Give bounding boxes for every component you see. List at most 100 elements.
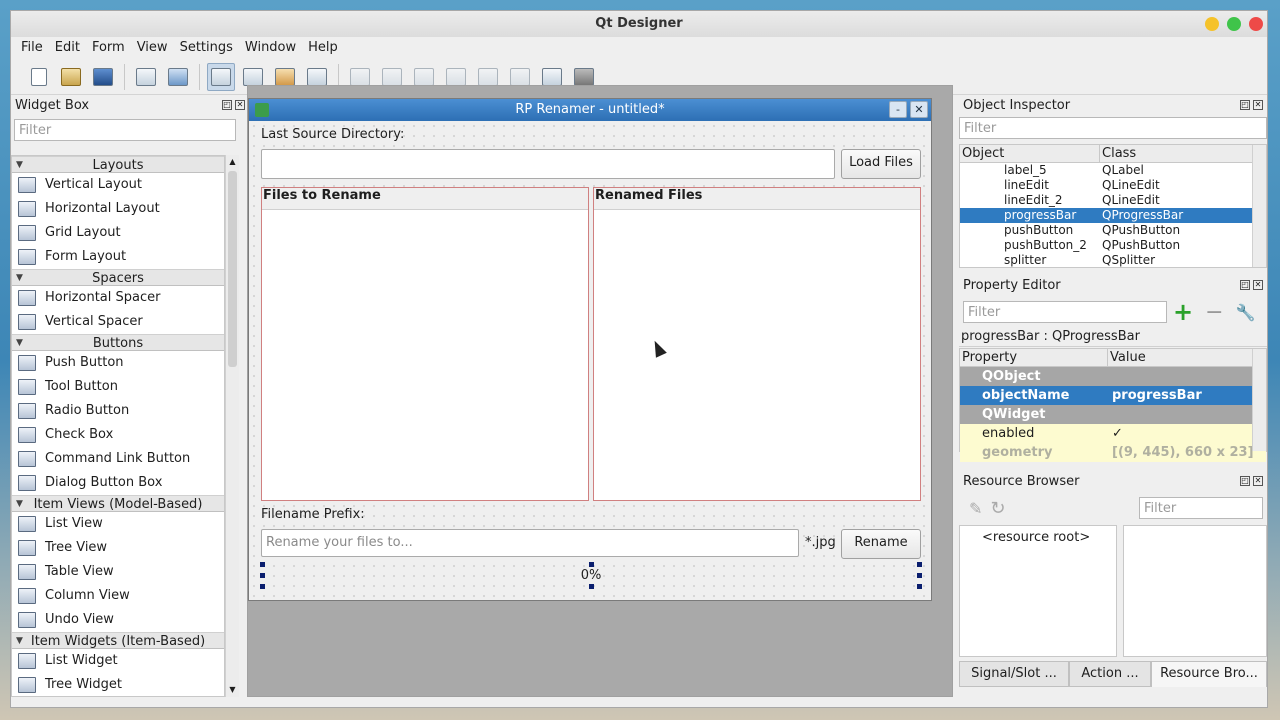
property-table-scrollbar[interactable] (1252, 349, 1266, 451)
resize-handle[interactable] (589, 562, 594, 567)
column-object[interactable]: Object (960, 145, 1100, 162)
resize-handle[interactable] (260, 562, 265, 567)
bring-to-front-button[interactable] (164, 63, 192, 91)
widget-box-scrollbar[interactable]: ▲ ▼ (225, 155, 239, 697)
object-row[interactable]: lineEdit_2QLineEdit (960, 193, 1266, 208)
property-value[interactable] (1108, 405, 1112, 424)
widget-item[interactable]: Tree Widget (12, 673, 224, 697)
column-class[interactable]: Class (1100, 145, 1136, 162)
widget-category-header[interactable]: ▼Spacers (12, 269, 224, 286)
property-value[interactable]: progressBar (1108, 386, 1202, 405)
tab-signal-slot[interactable]: Signal/Slot ... (959, 661, 1069, 687)
send-to-back-button[interactable] (132, 63, 160, 91)
source-directory-input[interactable] (261, 149, 835, 179)
widget-item[interactable]: Grid Layout (12, 221, 224, 245)
save-form-button[interactable] (89, 63, 117, 91)
float-dock-icon[interactable]: ◰ (1240, 476, 1250, 486)
property-row[interactable]: geometry[(9, 445), 660 x 23] (960, 443, 1266, 462)
collapse-arrow-icon[interactable]: ▼ (16, 633, 23, 650)
reload-icon[interactable]: ↻ (990, 498, 1005, 519)
renamed-files-list[interactable]: Renamed Files (593, 187, 921, 501)
collapse-arrow-icon[interactable]: ▼ (16, 270, 23, 287)
property-row[interactable]: QWidget (960, 405, 1266, 424)
resource-filter[interactable] (1139, 497, 1263, 519)
form-close-button[interactable]: ✕ (910, 101, 928, 118)
resource-list[interactable] (1123, 525, 1267, 657)
configure-icon[interactable]: 🔧 (1236, 303, 1256, 322)
widget-item[interactable]: Radio Button (12, 399, 224, 423)
widget-item[interactable]: Tree View (12, 536, 224, 560)
open-form-button[interactable] (57, 63, 85, 91)
object-tree-scrollbar[interactable] (1252, 145, 1266, 267)
scroll-down-icon[interactable]: ▼ (226, 683, 239, 697)
widget-item[interactable]: List View (12, 512, 224, 536)
property-filter[interactable] (963, 301, 1167, 323)
resize-handle[interactable] (917, 562, 922, 567)
resource-tree[interactable]: <resource root> (959, 525, 1117, 657)
resize-handle[interactable] (260, 573, 265, 578)
widget-box-list[interactable]: ▼LayoutsVertical LayoutHorizontal Layout… (11, 155, 225, 697)
collapse-arrow-icon[interactable]: ▼ (16, 335, 23, 352)
property-row[interactable]: QObject (960, 367, 1266, 386)
object-row[interactable]: pushButtonQPushButton (960, 223, 1266, 238)
property-value[interactable]: ✓ (1108, 424, 1123, 443)
close-dock-icon[interactable]: ✕ (235, 100, 245, 110)
object-row[interactable]: progressBarQProgressBar (960, 208, 1266, 223)
widget-item[interactable]: Dialog Button Box (12, 471, 224, 495)
widget-item[interactable]: Vertical Spacer (12, 310, 224, 334)
property-row[interactable]: enabled✓ (960, 424, 1266, 443)
float-dock-icon[interactable]: ◰ (222, 100, 232, 110)
new-form-button[interactable] (25, 63, 53, 91)
resize-handle[interactable] (917, 573, 922, 578)
widget-item[interactable]: Command Link Button (12, 447, 224, 471)
widget-item[interactable]: Horizontal Spacer (12, 286, 224, 310)
menu-settings[interactable]: Settings (174, 37, 239, 59)
widget-category-header[interactable]: ▼Item Views (Model-Based) (12, 495, 224, 512)
scroll-thumb[interactable] (228, 171, 237, 367)
float-dock-icon[interactable]: ◰ (1240, 100, 1250, 110)
close-window-icon[interactable] (1249, 17, 1263, 31)
float-dock-icon[interactable]: ◰ (1240, 280, 1250, 290)
column-property[interactable]: Property (960, 349, 1108, 366)
widget-item[interactable]: Vertical Layout (12, 173, 224, 197)
collapse-arrow-icon[interactable]: ▼ (16, 496, 23, 513)
scroll-up-icon[interactable]: ▲ (226, 155, 239, 169)
widget-item[interactable]: Column View (12, 584, 224, 608)
widget-item[interactable]: Form Layout (12, 245, 224, 269)
object-row[interactable]: lineEditQLineEdit (960, 178, 1266, 193)
widget-category-header[interactable]: ▼Buttons (12, 334, 224, 351)
tab-action[interactable]: Action ... (1069, 661, 1151, 687)
widget-category-header[interactable]: ▼Item Widgets (Item-Based) (12, 632, 224, 649)
maximize-window-icon[interactable] (1227, 17, 1241, 31)
widget-item[interactable]: Check Box (12, 423, 224, 447)
menu-edit[interactable]: Edit (49, 37, 86, 59)
load-files-button[interactable]: Load Files (841, 149, 921, 179)
tab-resource-browser[interactable]: Resource Bro... (1151, 661, 1267, 687)
close-dock-icon[interactable]: ✕ (1253, 476, 1263, 486)
resize-handle[interactable] (917, 584, 922, 589)
object-tree[interactable]: Object Class label_5QLabellineEditQLineE… (959, 144, 1267, 268)
object-inspector-filter[interactable] (959, 117, 1267, 139)
resize-handle[interactable] (260, 584, 265, 589)
object-row[interactable]: splitterQSplitter (960, 253, 1266, 268)
object-row[interactable]: label_5QLabel (960, 163, 1266, 178)
widget-item[interactable]: Tool Button (12, 375, 224, 399)
resize-handle[interactable] (589, 584, 594, 589)
resource-root[interactable]: <resource root> (982, 530, 1090, 545)
property-value[interactable]: [(9, 445), 660 x 23] (1108, 443, 1254, 462)
widget-item[interactable]: Horizontal Layout (12, 197, 224, 221)
widget-item[interactable]: Undo View (12, 608, 224, 632)
minimize-window-icon[interactable] (1205, 17, 1219, 31)
widget-item[interactable]: Push Button (12, 351, 224, 375)
rename-prefix-input[interactable]: Rename your files to... (261, 529, 799, 557)
form-window[interactable]: RP Renamer - untitled* - ✕ Last Source D… (248, 98, 932, 601)
form-minimize-button[interactable]: - (889, 101, 907, 118)
object-row[interactable]: pushButton_2QPushButton (960, 238, 1266, 253)
menu-help[interactable]: Help (302, 37, 344, 59)
remove-property-icon[interactable]: − (1205, 300, 1223, 325)
menu-window[interactable]: Window (239, 37, 302, 59)
menu-file[interactable]: File (15, 37, 49, 59)
rename-button[interactable]: Rename (841, 529, 921, 559)
property-value[interactable] (1108, 367, 1112, 386)
column-value[interactable]: Value (1108, 349, 1146, 366)
